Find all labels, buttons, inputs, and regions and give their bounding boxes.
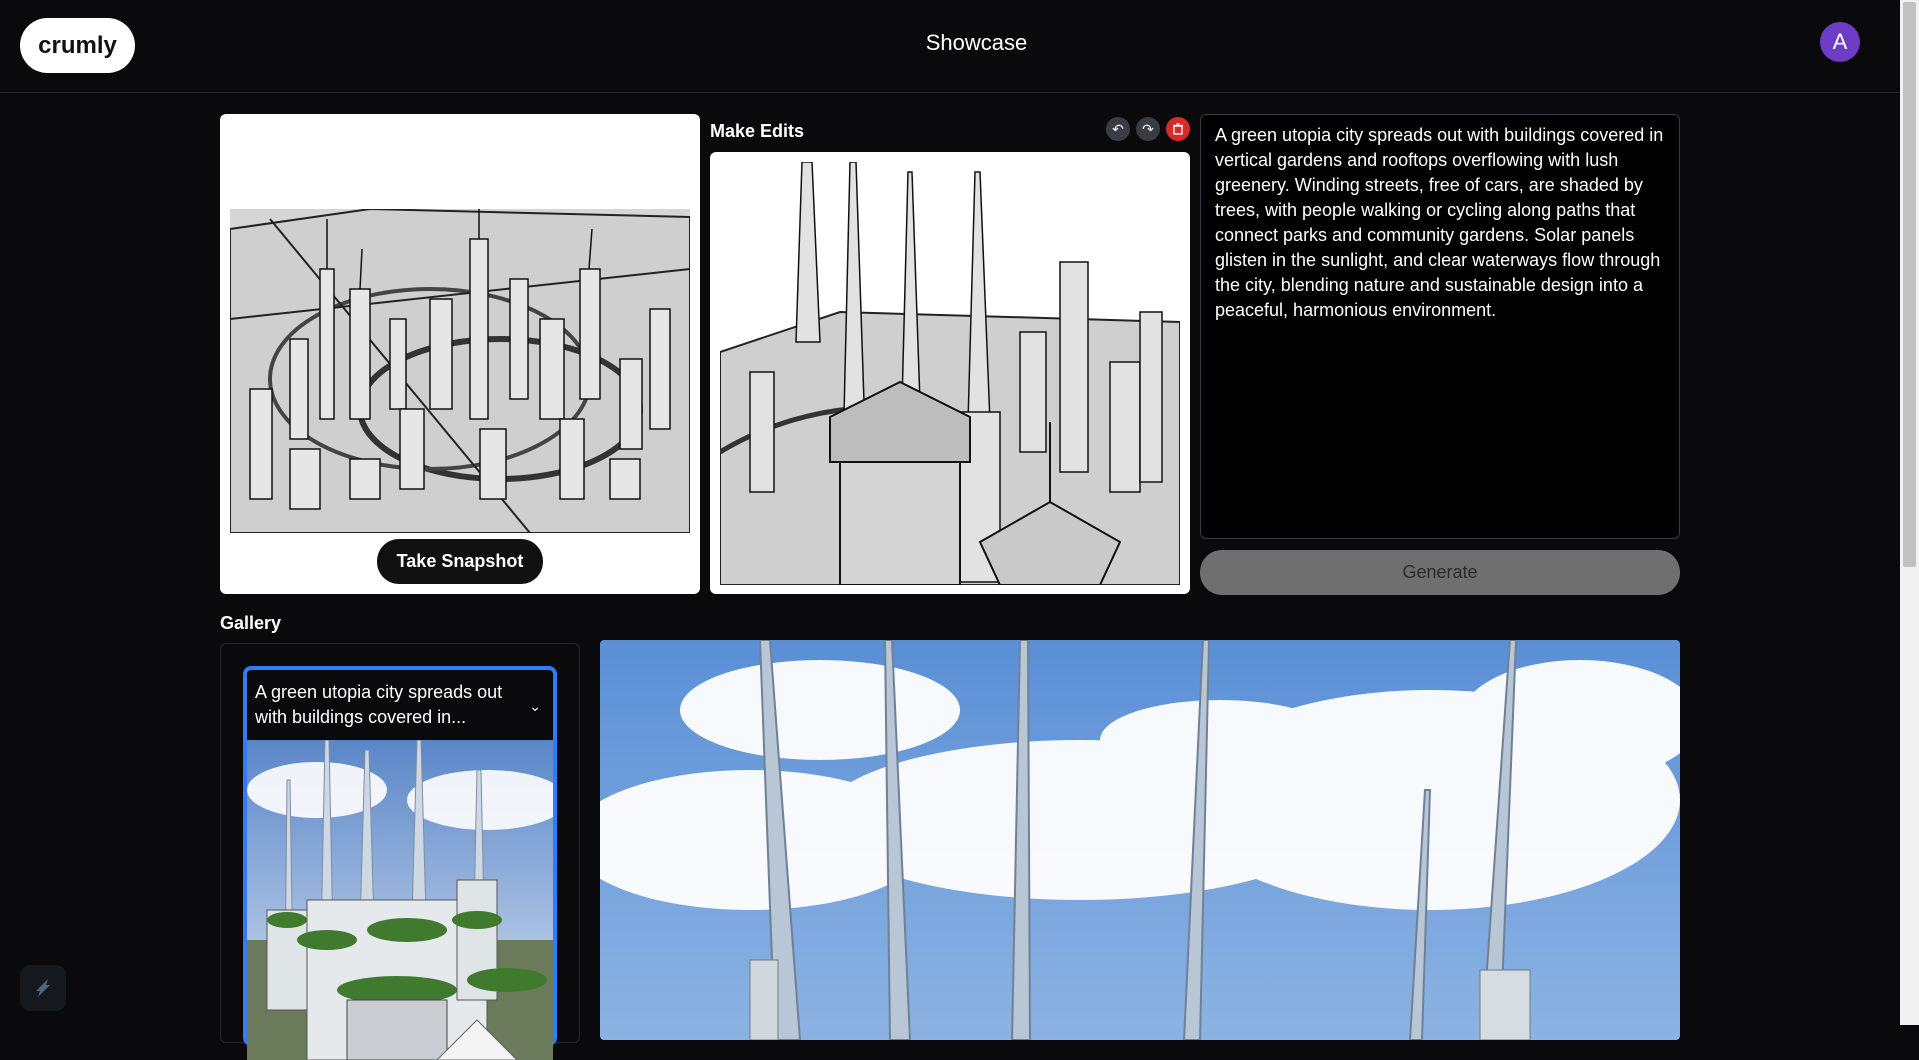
snapshot-panel: Take Snapshot [220, 114, 700, 594]
gallery-item[interactable]: A green utopia city spreads out with bui… [243, 666, 557, 1060]
make-edits-title: Make Edits [710, 121, 805, 141]
top-bar: crumly Showcase A [0, 0, 1900, 93]
prompt-textarea[interactable]: A green utopia city spreads out with bui… [1200, 114, 1680, 539]
take-snapshot-button[interactable]: Take Snapshot [377, 539, 543, 584]
gallery-title: Gallery [220, 613, 282, 633]
edit-panel [710, 152, 1190, 594]
scrollbar-thumb[interactable] [1903, 2, 1916, 567]
edit-3d-viewport[interactable] [720, 162, 1180, 585]
lightning-icon [36, 979, 50, 997]
floating-helper-button[interactable] [20, 965, 66, 1011]
undo-button[interactable]: ↶ [1106, 117, 1130, 141]
generate-button[interactable]: Generate [1200, 550, 1680, 595]
redo-button[interactable]: ↷ [1136, 117, 1160, 141]
undo-icon: ↶ [1112, 120, 1124, 137]
chevron-down-icon[interactable]: ⌄ [529, 698, 541, 715]
redo-icon: ↷ [1142, 120, 1154, 137]
trash-icon [1173, 123, 1183, 135]
delete-button[interactable] [1166, 117, 1190, 141]
page-title: Showcase [925, 30, 1028, 55]
user-avatar[interactable]: A [1820, 22, 1860, 62]
selected-image-preview[interactable] [600, 640, 1680, 1040]
gallery-list: A green utopia city spreads out with bui… [220, 643, 580, 1060]
gallery-item-thumbnail[interactable] [247, 740, 553, 1060]
page-scrollbar[interactable] [1900, 0, 1919, 1025]
gallery-item-caption: A green utopia city spreads out with bui… [255, 682, 503, 727]
3d-model-viewport[interactable] [230, 209, 690, 533]
